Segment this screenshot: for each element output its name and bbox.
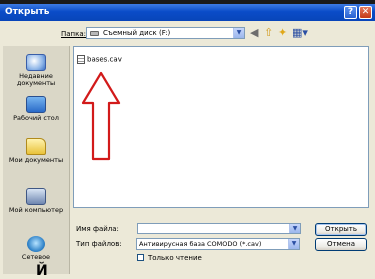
recent-documents-icon <box>26 54 46 71</box>
filetype-select[interactable]: Антивирусная база COMODO (*.cav) ▼ <box>136 238 300 250</box>
folder-label-text: Папка: <box>61 30 87 38</box>
back-icon[interactable]: ◀ <box>250 26 258 40</box>
title-bar[interactable]: Открыть ? ✕ <box>0 4 375 21</box>
place-label: Мой компьютер <box>8 206 64 214</box>
chevron-down-icon[interactable]: ▼ <box>289 224 300 233</box>
arrow-outline <box>81 71 121 161</box>
place-my-documents[interactable]: Мои документы <box>3 138 69 164</box>
place-recent-documents[interactable]: Недавние документы <box>3 54 69 87</box>
file-name: bases.cav <box>87 55 122 64</box>
folder-label: Папка: <box>61 30 86 38</box>
place-label: Недавние документы <box>16 72 56 87</box>
filetype-select-value: Антивирусная база COMODO (*.cav) <box>139 240 262 248</box>
my-computer-icon <box>26 188 46 205</box>
new-folder-icon[interactable]: ✦ <box>278 26 287 40</box>
chevron-down-icon[interactable]: ▼ <box>288 239 299 249</box>
folder-select[interactable]: Съемный диск (F:) ▼ <box>86 27 245 39</box>
place-label: Рабочий стол <box>13 114 59 122</box>
my-documents-icon <box>26 138 46 155</box>
open-button[interactable]: Открыть <box>315 223 367 236</box>
chevron-down-icon[interactable]: ▼ <box>233 28 244 38</box>
file-list[interactable]: bases.cav <box>73 46 369 208</box>
cancel-button[interactable]: Отмена <box>315 238 367 251</box>
readonly-checkbox[interactable] <box>137 254 144 261</box>
file-item[interactable]: bases.cav <box>77 55 122 64</box>
place-desktop[interactable]: Рабочий стол <box>3 96 69 122</box>
place-my-computer[interactable]: Мой компьютер <box>3 188 69 214</box>
document-icon <box>77 55 85 64</box>
close-button[interactable]: ✕ <box>359 6 372 19</box>
folder-select-value: Съемный диск (F:) <box>103 29 171 37</box>
caption-text: Й <box>36 263 49 279</box>
filename-input[interactable]: ▼ <box>137 223 301 234</box>
readonly-label: Только чтение <box>148 254 202 262</box>
network-icon <box>27 236 45 252</box>
filename-label: Имя файла: <box>76 225 119 233</box>
removable-drive-icon <box>90 31 99 36</box>
window-title: Открыть <box>5 7 50 17</box>
help-button[interactable]: ? <box>344 6 357 19</box>
desktop-icon <box>26 96 46 113</box>
place-label: Сетевое <box>21 253 51 261</box>
up-folder-icon[interactable]: ⇧ <box>264 26 273 40</box>
filetype-label: Тип файлов: <box>76 240 122 248</box>
views-icon[interactable]: ▦▾ <box>292 26 308 40</box>
place-network[interactable]: Сетевое <box>3 236 69 261</box>
places-bar: Недавние документы Рабочий стол Мои доку… <box>3 46 70 274</box>
red-arrow-annotation <box>81 71 121 161</box>
place-label: Мои документы <box>8 156 64 164</box>
